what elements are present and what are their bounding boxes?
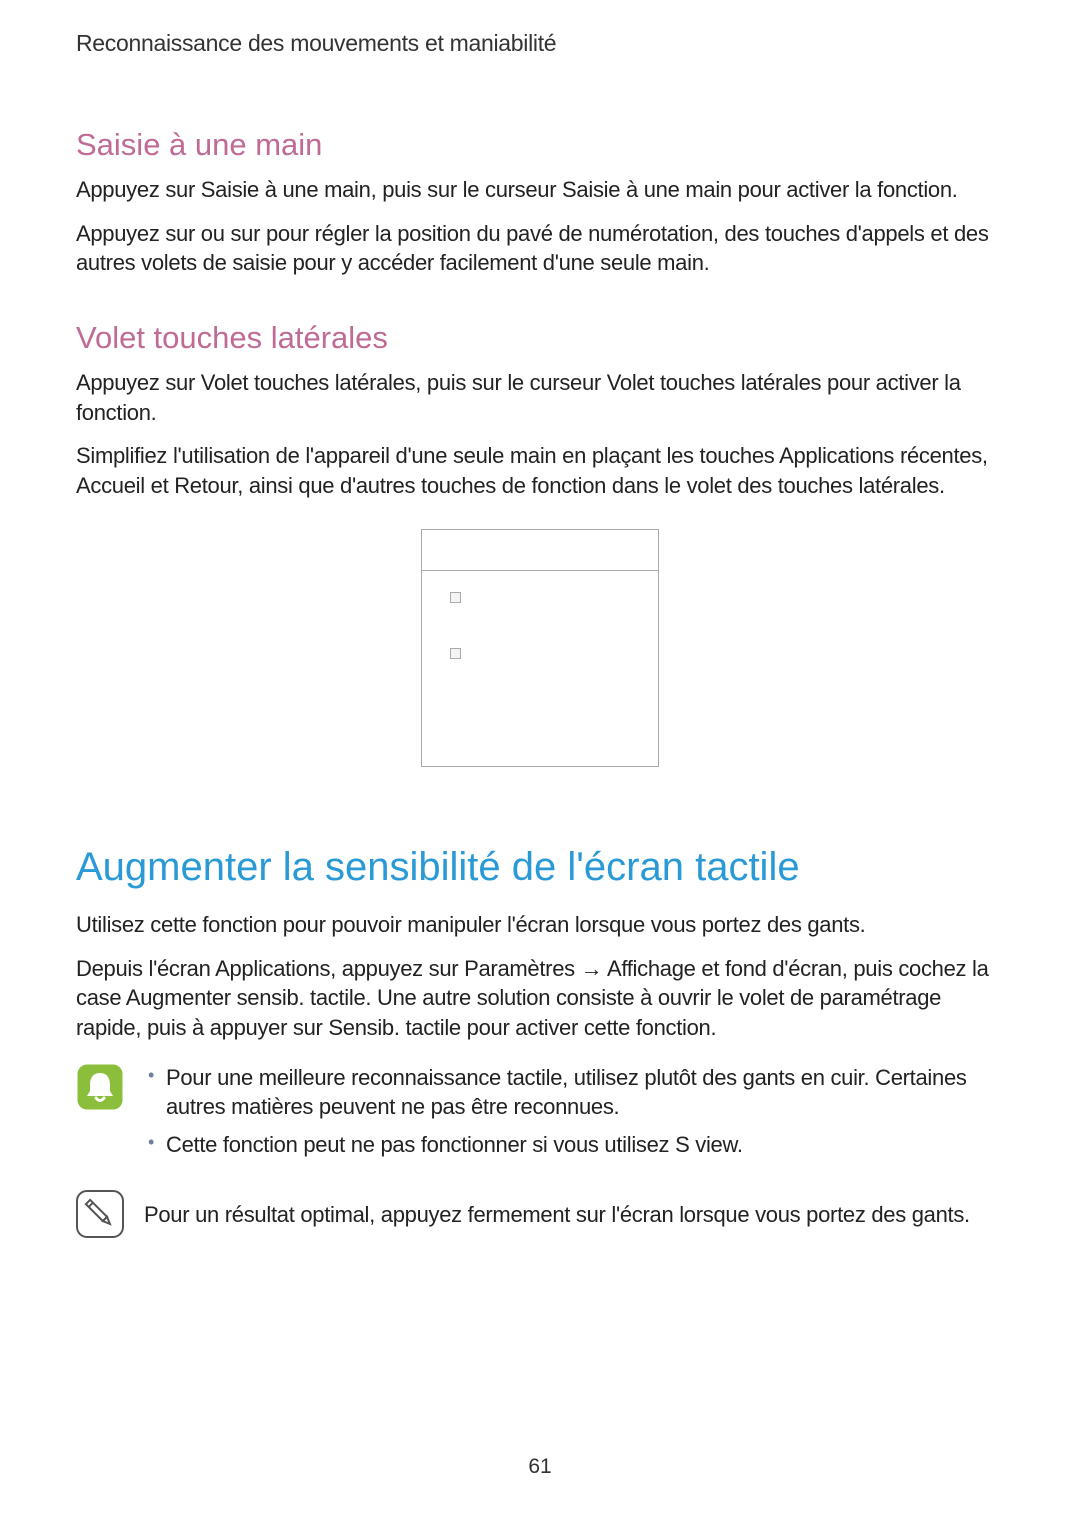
illustration-square-icon	[450, 592, 461, 603]
para-a1: Appuyez sur Saisie à une main, puis sur …	[76, 175, 1004, 205]
para-c2: Depuis l'écran Applications, appuyez sur…	[76, 954, 1004, 1043]
note-item-2: Cette fonction peut ne pas fonctionner s…	[144, 1130, 1004, 1160]
bell-icon	[76, 1063, 124, 1168]
note-block-pencil: Pour un résultat optimal, appuyez fermem…	[76, 1190, 1004, 1243]
para-a2: Appuyez sur ou sur pour régler la positi…	[76, 219, 1004, 278]
para-c1: Utilisez cette fonction pour pouvoir man…	[76, 910, 1004, 940]
para-b2: Simplifiez l'utilisation de l'appareil d…	[76, 441, 1004, 500]
note-item-1: Pour une meilleure reconnaissance tactil…	[144, 1063, 1004, 1122]
note-block-bell: Pour une meilleure reconnaissance tactil…	[76, 1063, 1004, 1168]
heading-augmenter-sensibilite: Augmenter la sensibilité de l'écran tact…	[76, 845, 1004, 890]
page-number: 61	[0, 1455, 1080, 1479]
illustration-placeholder	[421, 529, 659, 767]
heading-saisie-une-main: Saisie à une main	[76, 127, 1004, 163]
breadcrumb: Reconnaissance des mouvements et maniabi…	[76, 30, 1004, 57]
note-text-pencil: Pour un résultat optimal, appuyez fermem…	[144, 1190, 1004, 1230]
illustration-square-icon	[450, 648, 461, 659]
illustration-divider	[422, 570, 658, 571]
para-b1: Appuyez sur Volet touches latérales, pui…	[76, 368, 1004, 427]
pencil-note-icon	[76, 1190, 124, 1243]
heading-volet-touches-laterales: Volet touches latérales	[76, 320, 1004, 356]
